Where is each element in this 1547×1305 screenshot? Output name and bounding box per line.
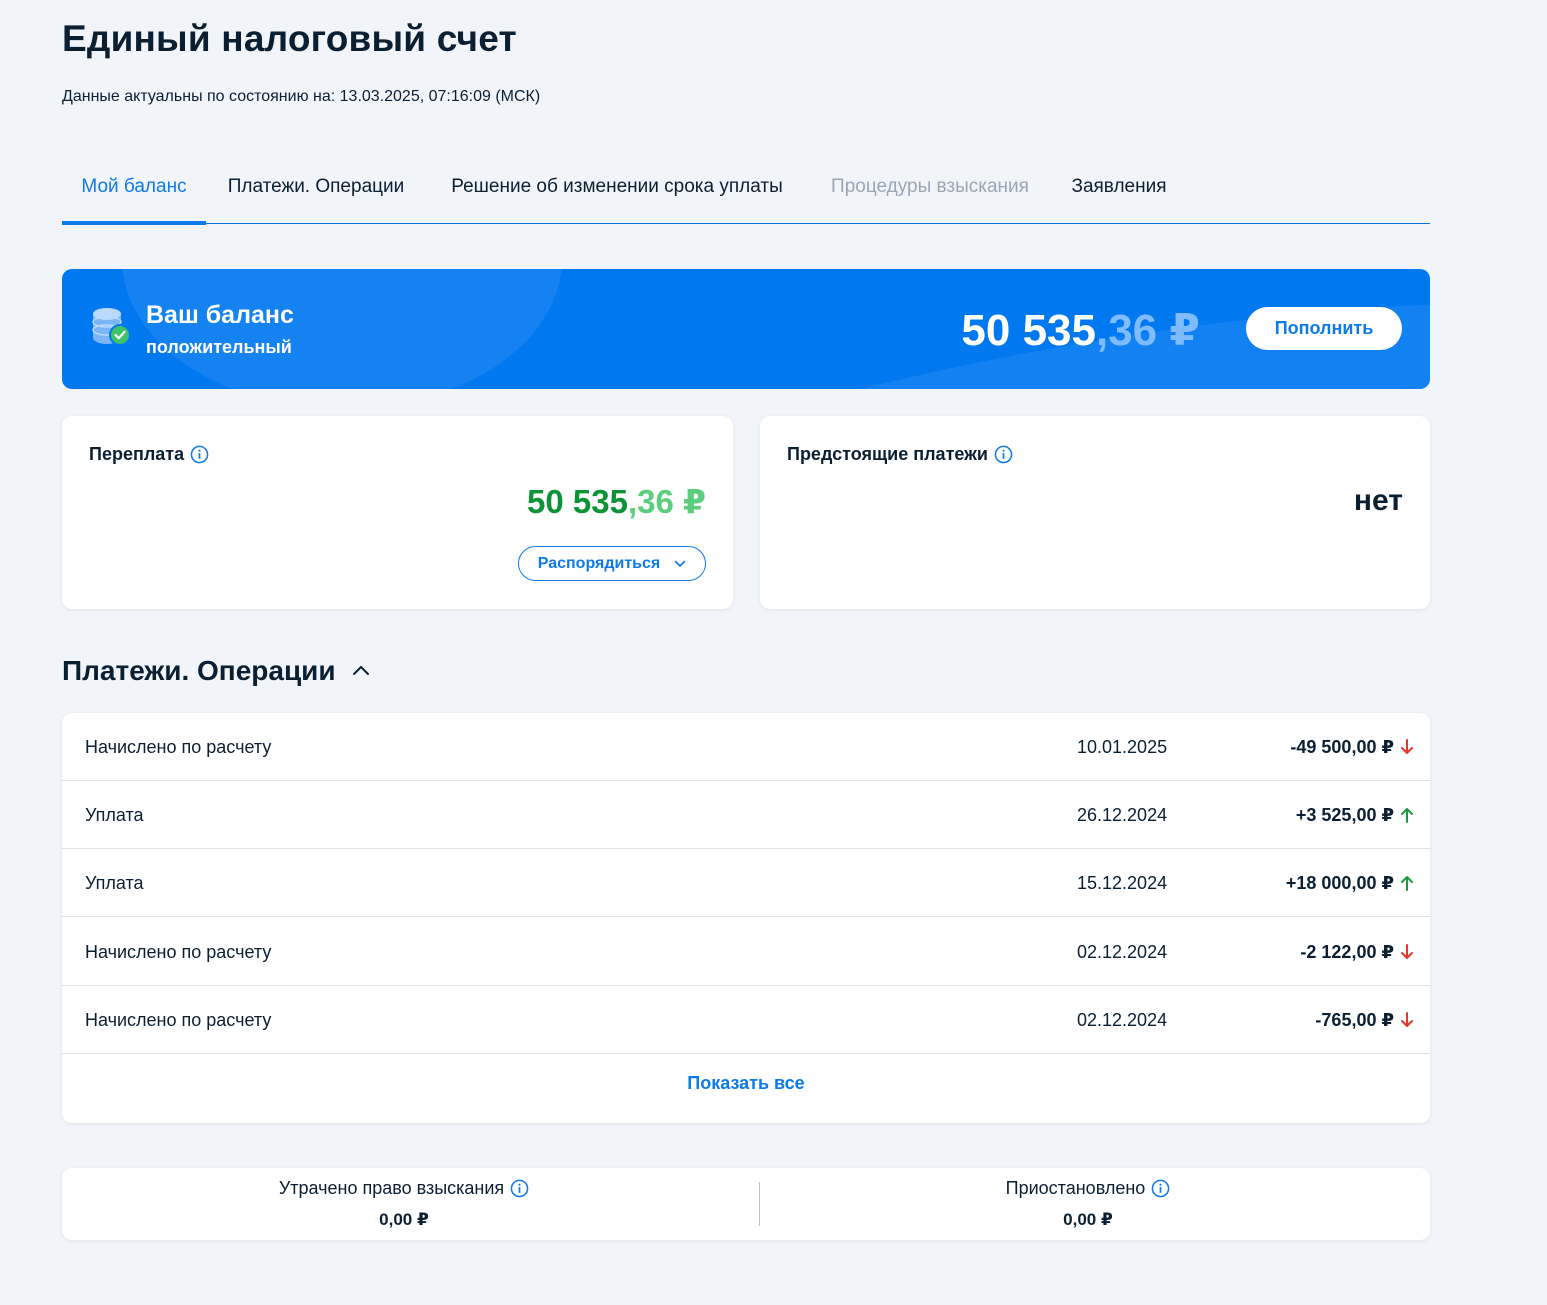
operation-date: 02.12.2024 (1077, 941, 1168, 962)
lost-collection-label: Утрачено право взыскания (278, 1178, 505, 1198)
page-title: Единый налоговый счет (62, 18, 517, 59)
operation-name: Уплата (85, 872, 144, 893)
overpayment-amount-frac: ,36 ₽ (627, 483, 706, 520)
operations-title: Платежи. Операции (62, 655, 336, 686)
operations-card: Начислено по расчету 10.01.2025 -49 500,… (62, 713, 1430, 1123)
collection-summary-card: Утрачено право взыскания 0,00 ₽ Приостан… (62, 1168, 1430, 1240)
operation-name: Начислено по расчету (85, 1009, 272, 1030)
operations-section-header: Платежи. Операции (62, 655, 372, 687)
arrow-down-icon (1401, 1012, 1413, 1027)
tab-my-balance[interactable]: Мой баланс (62, 150, 206, 225)
suspended-label: Приостановлено (1005, 1178, 1146, 1198)
operation-row[interactable]: Начислено по расчету 02.12.2024 -2 122,0… (62, 918, 1430, 986)
balance-amount-frac: ,36 ₽ (1095, 306, 1200, 355)
operation-date: 02.12.2024 (1077, 1009, 1168, 1030)
data-updated-text: Данные актуальны по состоянию на: 13.03.… (62, 88, 541, 105)
operation-row[interactable]: Уплата 26.12.2024 +3 525,00 ₽ (62, 781, 1430, 849)
upcoming-label: Предстоящие платежи (787, 444, 988, 464)
tabs-bar: Мой баланс Платежи. Операции Решение об … (62, 150, 1430, 225)
topup-button[interactable]: Пополнить (1246, 307, 1402, 350)
operation-amount-wrap: +18 000,00 ₽ (1286, 849, 1414, 917)
operation-amount: +3 525,00 ₽ (1295, 804, 1394, 825)
operation-name: Уплата (85, 804, 144, 825)
operation-name: Начислено по расчету (85, 736, 272, 757)
coins-check-icon (92, 308, 131, 346)
overpayment-amount: 50 535,36 ₽ (527, 482, 706, 521)
operation-amount: -49 500,00 ₽ (1290, 736, 1394, 757)
upcoming-payments-card: Предстоящие платежи нет (760, 416, 1430, 609)
overpayment-amount-int: 50 535 (527, 483, 628, 520)
overpayment-card: Переплата 50 535,36 ₽ Распорядиться (62, 416, 733, 609)
chevron-down-icon (674, 560, 686, 567)
balance-status: положительный (146, 337, 292, 357)
manage-dropdown-button[interactable]: Распорядиться (518, 546, 706, 581)
overpayment-label: Переплата (89, 444, 185, 464)
operation-row[interactable]: Уплата 15.12.2024 +18 000,00 ₽ (62, 849, 1430, 917)
info-icon[interactable] (1151, 1179, 1170, 1198)
balance-card: Ваш баланс положительный 50 535,36 ₽ Поп… (62, 269, 1430, 389)
show-all-link[interactable]: Показать все (62, 1073, 1430, 1094)
lost-collection-block: Утрачено право взыскания 0,00 ₽ (62, 1168, 746, 1240)
suspended-label-wrap: Приостановлено (746, 1178, 1430, 1199)
operation-amount: +18 000,00 ₽ (1285, 872, 1394, 893)
balance-amount-int: 50 535 (961, 306, 1096, 355)
arrow-down-icon (1401, 739, 1413, 754)
operation-amount-wrap: -2 122,00 ₽ (1300, 918, 1414, 986)
arrow-up-icon (1401, 876, 1413, 891)
lost-collection-value: 0,00 ₽ (379, 1210, 429, 1229)
operation-amount-wrap: -765,00 ₽ (1315, 986, 1414, 1054)
lost-collection-label-wrap: Утрачено право взыскания (62, 1178, 746, 1199)
tab-applications[interactable]: Заявления (1070, 150, 1168, 223)
operation-amount: -765,00 ₽ (1315, 1009, 1394, 1030)
upcoming-value: нет (1353, 484, 1403, 517)
operation-date: 26.12.2024 (1077, 804, 1168, 825)
operation-amount-wrap: -49 500,00 ₽ (1290, 713, 1414, 781)
operation-row[interactable]: Начислено по расчету 02.12.2024 -765,00 … (62, 986, 1430, 1054)
upcoming-label-wrap: Предстоящие платежи (787, 444, 1013, 465)
tab-payments-operations[interactable]: Платежи. Операции (224, 150, 408, 223)
operation-date: 15.12.2024 (1077, 872, 1168, 893)
info-icon[interactable] (994, 445, 1013, 464)
operation-date: 10.01.2025 (1077, 736, 1168, 757)
info-icon[interactable] (190, 445, 209, 464)
info-icon[interactable] (510, 1179, 529, 1198)
operation-amount-wrap: +3 525,00 ₽ (1296, 781, 1414, 849)
tab-collection-procedures: Процедуры взыскания (831, 175, 1029, 197)
arrow-up-icon (1401, 808, 1413, 823)
operation-row[interactable]: Начислено по расчету 10.01.2025 -49 500,… (62, 713, 1430, 781)
balance-amount: 50 535,36 ₽ (961, 305, 1200, 356)
operation-amount: -2 122,00 ₽ (1300, 941, 1394, 962)
operation-name: Начислено по расчету (85, 941, 272, 962)
tab-payment-term-decision[interactable]: Решение об изменении срока уплаты (444, 150, 790, 223)
overpayment-label-wrap: Переплата (89, 444, 209, 465)
suspended-value: 0,00 ₽ (1063, 1210, 1113, 1229)
balance-title: Ваш баланс (146, 301, 294, 329)
chevron-up-icon[interactable] (350, 660, 372, 682)
arrow-down-icon (1401, 944, 1413, 959)
manage-label: Распорядиться (537, 554, 661, 572)
suspended-block: Приостановлено 0,00 ₽ (746, 1168, 1430, 1240)
